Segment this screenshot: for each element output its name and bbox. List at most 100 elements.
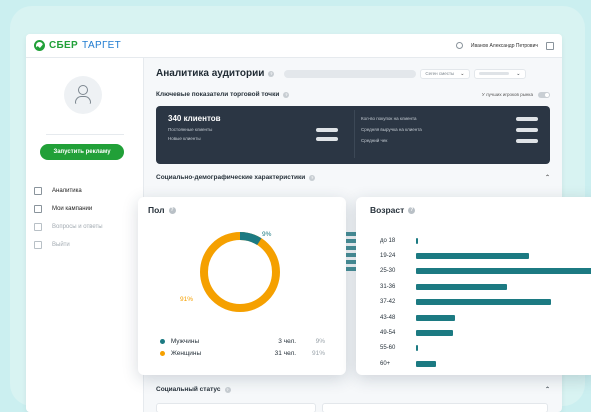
sidebar-divider bbox=[46, 134, 124, 135]
launch-ad-button[interactable]: Запустить рекламу bbox=[40, 144, 124, 160]
purchase-metrics-block: Кол-во покупок на клиента Средняя выручк… bbox=[354, 110, 538, 158]
regular-clients-row: Постоянные клиенты bbox=[168, 127, 338, 132]
age-row: 31-36 bbox=[380, 279, 591, 294]
age-tick-label: 31-36 bbox=[380, 283, 396, 290]
chevron-up-icon[interactable]: ⌃ bbox=[545, 174, 550, 181]
best-players-toggle-row: У лучших игроков рынка bbox=[481, 91, 550, 98]
brand-logo[interactable]: СБЕР ТАРГЕТ bbox=[34, 40, 121, 51]
value-placeholder bbox=[316, 127, 338, 132]
age-tick-label: 25-30 bbox=[380, 268, 396, 275]
age-tick-label: 43-48 bbox=[380, 314, 396, 321]
key-indicators-card: 340 клиентов Постоянные клиенты Новые кл… bbox=[156, 106, 550, 164]
age-tick-label: 55-60 bbox=[380, 345, 396, 352]
age-tick-label: 60+ bbox=[380, 360, 391, 367]
sidebar-item-label: Вопросы и ответы bbox=[52, 223, 103, 230]
gender-legend: Мужчины 3 чел. 9% Женщины 31 чел. 91% bbox=[160, 335, 325, 359]
chevron-up-icon[interactable]: ⌃ bbox=[545, 386, 550, 393]
age-card: Возраст ? до 18 19-24 25-30 31-36 37-42 43-48… bbox=[356, 197, 591, 375]
donut-slice-women bbox=[200, 232, 280, 312]
gender-title-text: Пол bbox=[148, 205, 165, 215]
key-indicators-row: Ключевые показатели торговой точки ? У л… bbox=[156, 91, 550, 98]
new-clients-label: Новые клиенты bbox=[168, 136, 201, 141]
value-placeholder bbox=[516, 127, 538, 132]
sidebar-item-campaigns[interactable]: Мои кампании bbox=[34, 200, 103, 217]
age-bar bbox=[416, 299, 552, 306]
age-row: 60+ bbox=[380, 356, 591, 371]
sidebar-item-logout[interactable]: Выйти bbox=[34, 236, 103, 253]
title-row: Аналитика аудитории ? Сеген сместы ⌄ ⌄ bbox=[156, 68, 550, 79]
avg-check-row: Средний чек bbox=[361, 138, 538, 143]
search-input[interactable] bbox=[284, 69, 417, 78]
legend-dot bbox=[160, 350, 165, 356]
clients-count: 340 клиентов bbox=[168, 114, 221, 123]
document-icon bbox=[34, 204, 42, 213]
socio-demo-row[interactable]: Социально-демографические характеристики… bbox=[156, 174, 550, 181]
age-row: 55-60 bbox=[380, 341, 591, 356]
men-pct-label: 9% bbox=[262, 231, 272, 238]
analytics-icon bbox=[34, 186, 42, 195]
age-row: 37-42 bbox=[380, 295, 591, 310]
value-placeholder bbox=[316, 136, 338, 141]
social-status-card-a bbox=[156, 403, 316, 412]
regular-clients-label: Постоянные клиенты bbox=[168, 127, 213, 132]
placeholder-bar bbox=[478, 72, 509, 75]
logout-icon[interactable] bbox=[546, 41, 554, 50]
socio-demo-heading: Социально-демографические характеристики bbox=[156, 174, 306, 181]
age-tick-label: 37-42 bbox=[380, 299, 396, 306]
legend-pct: 9% bbox=[315, 337, 325, 345]
segment-select[interactable]: Сеген сместы ⌄ bbox=[420, 68, 470, 79]
user-name: Иванов Александр Петрович bbox=[470, 42, 538, 49]
age-bar bbox=[416, 253, 529, 260]
legend-pct: 91% bbox=[311, 349, 325, 357]
age-row: 43-48 bbox=[380, 310, 591, 325]
legend-count: 31 чел. bbox=[274, 349, 297, 357]
top-bar: СБЕР ТАРГЕТ Иванов Александр Петрович bbox=[26, 34, 562, 58]
legend-count: 3 чел. bbox=[278, 337, 297, 345]
help-icon[interactable]: ? bbox=[268, 70, 275, 77]
faq-icon bbox=[34, 222, 42, 231]
age-title-text: Возраст bbox=[370, 205, 405, 215]
help-icon[interactable]: ? bbox=[168, 206, 176, 214]
legend-dot bbox=[160, 338, 165, 344]
help-icon[interactable]: ? bbox=[408, 206, 416, 214]
avatar[interactable] bbox=[64, 76, 102, 114]
help-icon[interactable]: ? bbox=[224, 386, 231, 393]
age-tick-label: 19-24 bbox=[380, 253, 396, 260]
legend-row-women: Женщины 31 чел. 91% bbox=[160, 347, 325, 359]
help-icon[interactable]: ? bbox=[283, 91, 290, 98]
user-icon bbox=[455, 42, 463, 49]
purchases-row: Кол-во покупок на клиента bbox=[361, 116, 538, 121]
social-status-heading: Социальный статус bbox=[156, 386, 221, 393]
age-row: 25-30 bbox=[380, 264, 591, 279]
user-menu[interactable]: Иванов Александр Петрович bbox=[455, 41, 554, 50]
age-bar bbox=[416, 330, 453, 337]
sidebar-nav: Аналитика Мои кампании Вопросы и ответы … bbox=[34, 182, 103, 254]
value-placeholder bbox=[516, 138, 538, 143]
avg-check-label: Средний чек bbox=[361, 138, 388, 143]
avg-revenue-label: Средняя выручка на клиента bbox=[361, 127, 422, 132]
age-tick-label: 49-54 bbox=[380, 330, 396, 337]
period-select[interactable]: ⌄ bbox=[473, 68, 526, 79]
sidebar-item-label: Мои кампании bbox=[52, 205, 93, 212]
age-bar bbox=[416, 237, 418, 244]
age-bar bbox=[416, 345, 418, 352]
sber-logo-icon bbox=[34, 40, 45, 51]
best-players-toggle[interactable] bbox=[538, 91, 550, 98]
sidebar-item-faq[interactable]: Вопросы и ответы bbox=[34, 218, 103, 235]
value-placeholder bbox=[516, 116, 538, 121]
best-players-label: У лучших игроков рынка bbox=[481, 92, 533, 97]
age-bar-chart: до 18 19-24 25-30 31-36 37-42 43-48 49-54 55-60… bbox=[380, 233, 591, 372]
gender-card-title: Пол ? bbox=[148, 205, 336, 215]
avatar-head-icon bbox=[78, 85, 88, 95]
sidebar: Запустить рекламу Аналитика Мои кампании… bbox=[26, 58, 144, 412]
chevron-down-icon: ⌄ bbox=[460, 70, 465, 77]
logout-icon bbox=[34, 240, 42, 249]
legend-row-men: Мужчины 3 чел. 9% bbox=[160, 335, 325, 347]
help-icon[interactable]: ? bbox=[309, 174, 316, 181]
age-tick-label: до 18 bbox=[380, 237, 396, 244]
social-status-row[interactable]: Социальный статус ? ⌃ bbox=[156, 386, 550, 393]
social-status-card-b bbox=[322, 403, 548, 412]
sidebar-item-analytics[interactable]: Аналитика bbox=[34, 182, 103, 199]
chevron-down-icon: ⌄ bbox=[516, 70, 521, 77]
legend-name: Женщины bbox=[170, 349, 202, 357]
